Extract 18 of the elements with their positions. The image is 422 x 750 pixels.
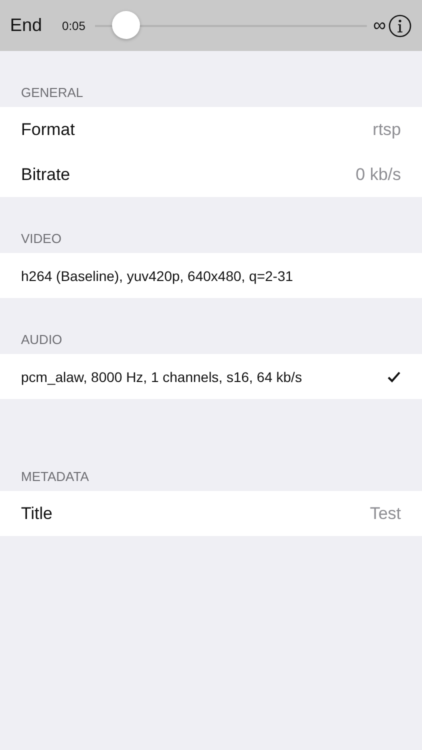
- section-header: VIDEO: [21, 231, 62, 246]
- stream-row[interactable]: pcm_alaw, 8000 Hz, 1 channels, s16, 64 kb/s: [0, 354, 422, 399]
- section-header: GENERAL: [21, 85, 84, 100]
- stream-label: h264 (Baseline), yuv420p, 640x480, q=2-31: [21, 268, 294, 284]
- info-icon[interactable]: [388, 14, 412, 38]
- section-header: METADATA: [21, 469, 89, 484]
- row-value: Test: [370, 504, 401, 524]
- row-label: Format: [21, 120, 75, 140]
- row-label: Title: [21, 504, 52, 524]
- stream-row[interactable]: h264 (Baseline), yuv420p, 640x480, q=2-31: [0, 253, 422, 298]
- row-label: Bitrate: [21, 164, 70, 184]
- current-time: 0:05: [62, 18, 86, 32]
- section-header: AUDIO: [21, 332, 62, 347]
- stream-label: pcm_alaw, 8000 Hz, 1 channels, s16, 64 kb/s: [21, 368, 302, 384]
- row-value: rtsp: [372, 120, 401, 140]
- duration-label: ∞: [373, 15, 386, 36]
- row-value: 0 kb/s: [356, 164, 401, 184]
- end-button[interactable]: End: [10, 15, 42, 36]
